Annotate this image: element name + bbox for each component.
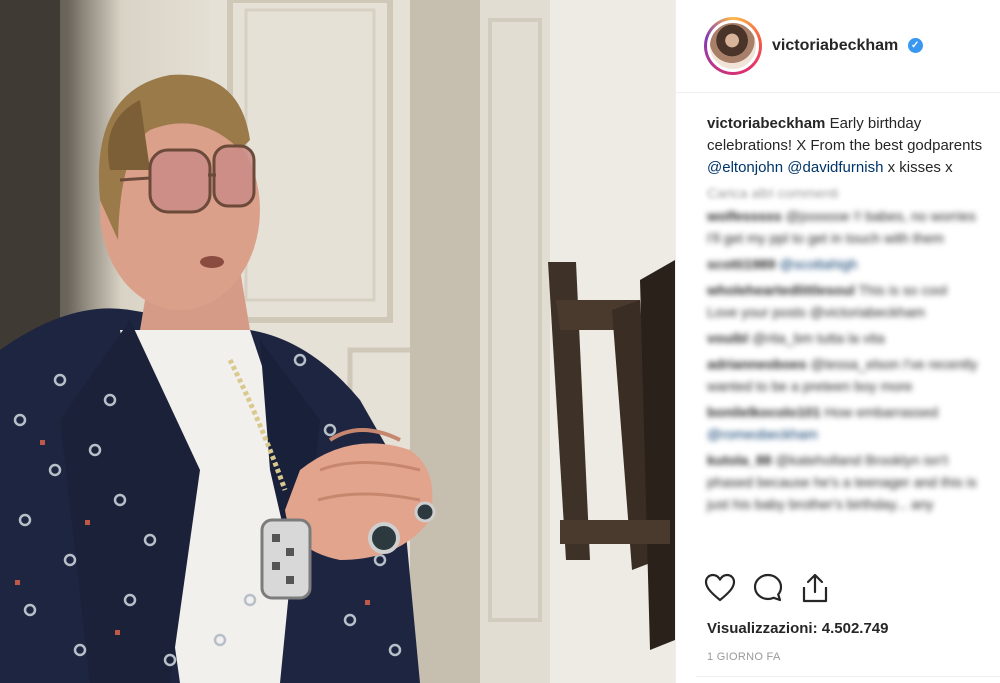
comments-list[interactable]: victoriabeckham Early birthday celebrati… xyxy=(676,93,1000,568)
comment-user[interactable]: bonilelkocolo101 xyxy=(707,404,821,420)
comment: wholeheartedlittlesoul This is so cool L… xyxy=(707,279,1000,323)
views-value: 4.502.749 xyxy=(821,620,889,637)
post-video[interactable] xyxy=(0,0,675,683)
comment: adrianneoboes @tessa_elson I've recently… xyxy=(707,353,1000,397)
views-count[interactable]: Visualizzazioni: 4.502.749 xyxy=(707,620,889,637)
caption-author[interactable]: victoriabeckham xyxy=(707,115,825,132)
caption-line2: celebrations! X From the best godparents xyxy=(707,137,983,154)
caption-line1: Early birthday xyxy=(829,115,922,132)
comment-text: I'll get my ppl to get in touch with the… xyxy=(707,230,944,246)
post-caption: victoriabeckham Early birthday xyxy=(707,113,1000,135)
comment-text: @rita_bm tutta la vita xyxy=(752,330,885,346)
comment-text: just his baby brother's birthday... any xyxy=(707,496,934,512)
comment-user[interactable]: vouibl xyxy=(707,330,748,346)
header-username[interactable]: victoriabeckham ✓ xyxy=(772,37,923,55)
comment-text: @joooooe !! babes, no worries xyxy=(785,208,976,224)
caption-mention-eltonjohn[interactable]: @eltonjohn xyxy=(707,159,783,176)
comment-text[interactable]: @scottahigh xyxy=(779,256,857,272)
comment-text: phased because he's a teenager and this … xyxy=(707,474,977,490)
video-frame-illustration xyxy=(0,0,675,683)
verified-badge-icon: ✓ xyxy=(907,38,923,54)
views-label: Visualizzazioni: xyxy=(707,620,818,637)
post-caption-line2: celebrations! X From the best godparents xyxy=(707,135,1000,157)
comment: bonilelkocolo101 How embarrassed @romeob… xyxy=(707,401,1000,445)
post-date[interactable]: 1 GIORNO FA xyxy=(707,651,781,663)
load-more-comments-link[interactable]: Carica altri commenti xyxy=(707,185,1000,201)
comment-text: @tessa_elson I've recently xyxy=(810,356,978,372)
post-actions xyxy=(704,572,830,604)
avatar[interactable] xyxy=(707,20,759,72)
comment-user[interactable]: scotti1989 xyxy=(707,256,775,272)
post-caption-line3: @eltonjohn @davidfurnish x kisses x xyxy=(707,157,1000,179)
comment-bubble-icon[interactable] xyxy=(752,572,784,604)
comment-text[interactable]: @romeobeckham xyxy=(707,426,818,442)
divider xyxy=(696,676,1000,677)
comment-text: wanted to be a preteen boy more xyxy=(707,378,913,394)
comment: kutola_88 @kateholland Brooklyn isn't ph… xyxy=(707,449,1000,515)
comment-user[interactable]: wolfesssss xyxy=(707,208,782,224)
comment: vouibl @rita_bm tutta la vita xyxy=(707,327,1000,349)
comment-user[interactable]: wholeheartedlittlesoul xyxy=(707,282,855,298)
share-icon[interactable] xyxy=(800,572,830,604)
comment: wolfesssss @joooooe !! babes, no worries… xyxy=(707,205,1000,249)
comment-user[interactable]: adrianneoboes xyxy=(707,356,807,372)
comment-text: This is so cool xyxy=(858,282,948,298)
caption-mention-davidfurnish[interactable]: @davidfurnish xyxy=(787,159,883,176)
comment: scotti1989 @scottahigh xyxy=(707,253,1000,275)
comment-text: @kateholland Brooklyn isn't xyxy=(775,452,949,468)
story-ring[interactable] xyxy=(704,17,762,75)
header-username-text[interactable]: victoriabeckham xyxy=(772,37,898,54)
post-sidebar: victoriabeckham ✓ victoriabeckham Early … xyxy=(675,0,1000,683)
post-header: victoriabeckham ✓ xyxy=(676,0,1000,93)
comment-user[interactable]: kutola_88 xyxy=(707,452,772,468)
caption-tail: x kisses x xyxy=(887,159,953,176)
heart-icon[interactable] xyxy=(704,573,736,603)
comment-text: Love your posts @victoriabeckham xyxy=(707,304,926,320)
comment-text: How embarrassed xyxy=(824,404,939,420)
